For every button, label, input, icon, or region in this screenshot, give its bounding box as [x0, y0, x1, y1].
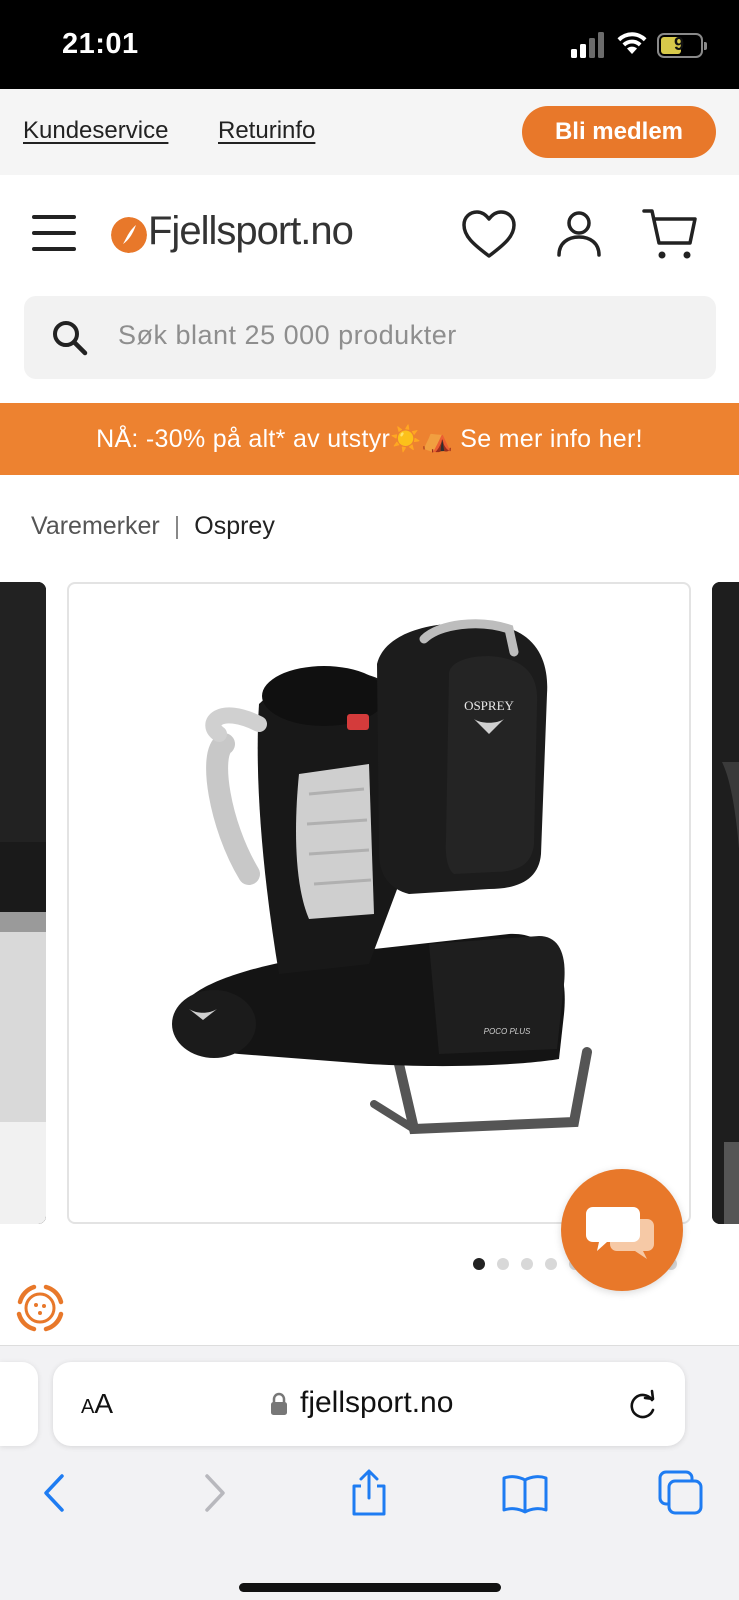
breadcrumb-item-brands[interactable]: Varemerker [31, 512, 160, 540]
search-icon [53, 321, 88, 356]
forward-icon[interactable] [189, 1468, 239, 1518]
text-size-button[interactable]: AA [81, 1388, 113, 1420]
gallery-dot[interactable] [545, 1258, 557, 1270]
reload-icon[interactable] [625, 1386, 659, 1422]
wifi-icon [617, 32, 647, 54]
status-time: 21:01 [62, 28, 139, 60]
product-image[interactable]: OSPREY POCO PLUS [67, 582, 691, 1224]
logo-text: Fjellsport.no [148, 209, 354, 253]
cellular-signal-icon [571, 32, 604, 58]
previous-tab-address-bar[interactable] [0, 1362, 38, 1446]
account-icon[interactable] [549, 205, 609, 265]
next-image-thumbnail[interactable] [712, 582, 739, 1224]
back-icon[interactable] [30, 1468, 80, 1518]
product-image-gallery[interactable]: OSPREY POCO PLUS [0, 580, 739, 1225]
chat-bubbles-icon [586, 1207, 654, 1259]
loading-spinner-icon [16, 1284, 64, 1332]
browser-toolbar: AA fjellsport.no [0, 1345, 739, 1600]
home-indicator[interactable] [239, 1583, 501, 1592]
status-bar: 21:01 9 [0, 0, 739, 89]
search-bar[interactable]: Søk blant 25 000 produkter [24, 296, 716, 379]
gallery-dot[interactable] [497, 1258, 509, 1270]
breadcrumb-item-current: Osprey [194, 512, 275, 540]
breadcrumb: Varemerker | Osprey [31, 512, 275, 540]
battery-level: 9 [673, 34, 684, 54]
site-header: Fjellsport.no [0, 175, 739, 295]
return-info-link[interactable]: Returinfo [218, 117, 315, 145]
promo-banner[interactable]: NÅ: -30% på alt* av utstyr☀️⛺ Se mer inf… [0, 403, 739, 475]
share-icon[interactable] [344, 1468, 394, 1518]
menu-icon[interactable] [32, 215, 76, 251]
url-text: fjellsport.no [300, 1386, 454, 1419]
heart-icon[interactable] [459, 205, 519, 265]
tabs-icon[interactable] [656, 1468, 706, 1518]
previous-image-thumbnail[interactable] [0, 582, 46, 1224]
become-member-button[interactable]: Bli medlem [522, 106, 716, 158]
search-input[interactable]: Søk blant 25 000 produkter [118, 320, 457, 351]
gallery-dot[interactable] [521, 1258, 533, 1270]
logo-mark-icon [111, 217, 147, 253]
cart-icon[interactable] [640, 205, 700, 265]
chat-button[interactable] [561, 1169, 683, 1291]
address-bar[interactable]: AA fjellsport.no [53, 1362, 685, 1446]
gallery-dot[interactable] [473, 1258, 485, 1270]
lock-icon [271, 1392, 287, 1415]
product-model-label: POCO PLUS [484, 1027, 531, 1036]
customer-service-link[interactable]: Kundeservice [23, 117, 168, 145]
bookmarks-icon[interactable] [500, 1468, 550, 1518]
battery-icon: 9 [657, 33, 707, 58]
product-brand-logo: OSPREY [464, 698, 514, 713]
